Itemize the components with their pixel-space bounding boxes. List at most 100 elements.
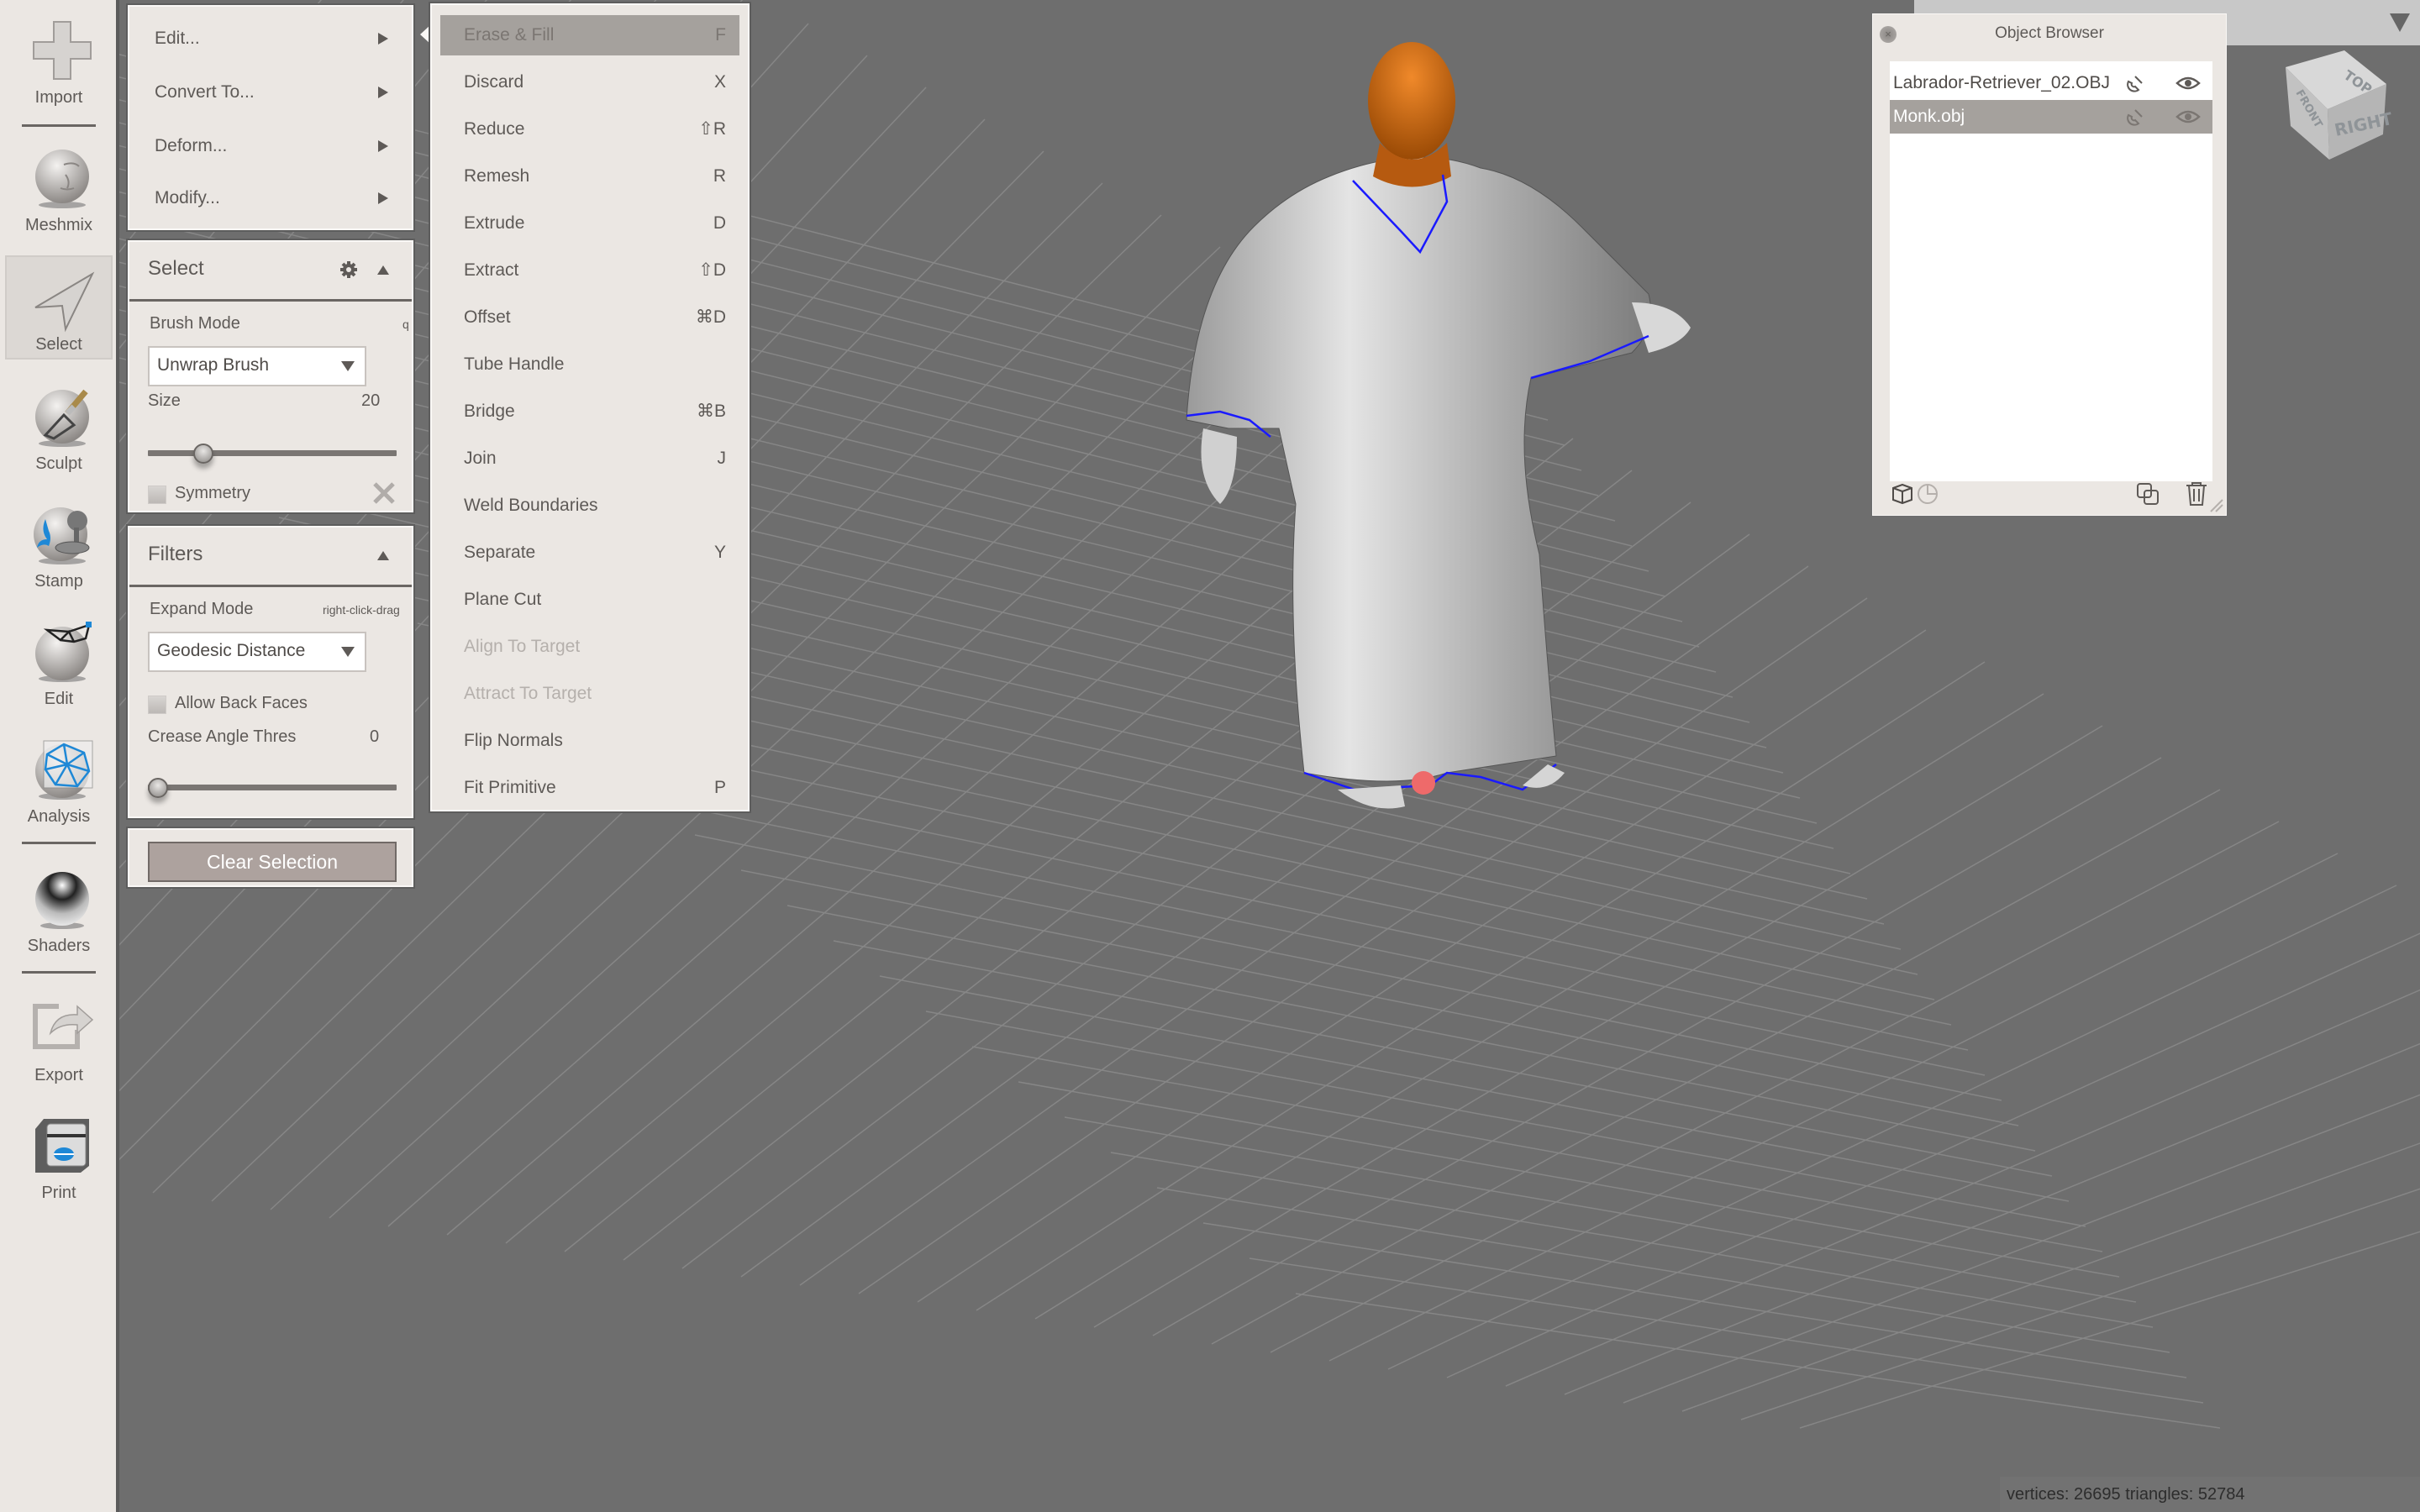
tool-import[interactable]: Import <box>5 7 113 111</box>
grid-line <box>1152 757 2162 1336</box>
tool-print[interactable]: Print <box>5 1102 113 1206</box>
menu-item-modify[interactable]: Modify... <box>155 181 395 215</box>
expand-mode-value: Geodesic Distance <box>157 641 306 660</box>
expand-mode-hint: right-click-drag <box>323 603 400 617</box>
panel-divider <box>129 299 412 302</box>
crease-angle-slider[interactable] <box>148 785 397 790</box>
monk-model[interactable] <box>1178 34 1699 832</box>
submenu-item-label: Extrude <box>464 213 525 233</box>
menu-item-edit[interactable]: Edit... <box>155 22 395 55</box>
gear-icon[interactable] <box>339 260 358 279</box>
mesh-stats-status: vertices: 26695 triangles: 52784 <box>2000 1477 2420 1512</box>
grid-line <box>1110 1152 2154 1328</box>
tool-export[interactable]: Export <box>5 984 113 1089</box>
plus-icon <box>33 21 92 80</box>
symmetry-checkbox[interactable] <box>148 486 166 504</box>
submenu-item-fit-primitive[interactable]: Fit Primitive P <box>440 768 739 808</box>
clear-selection-button[interactable]: Clear Selection <box>148 842 397 882</box>
submenu-item-erase-fill[interactable]: Erase & Fill F <box>440 15 739 55</box>
tool-label: Export <box>34 1066 83 1084</box>
menu-item-deform[interactable]: Deform... <box>155 129 395 163</box>
crease-angle-value: 0 <box>370 727 380 746</box>
tool-sculpt[interactable]: Sculpt <box>5 373 113 477</box>
magnet-icon[interactable] <box>2123 73 2145 95</box>
submenu-item-weld-boundaries[interactable]: Weld Boundaries <box>440 486 739 526</box>
submenu-item-discard[interactable]: Discard X <box>440 62 739 102</box>
submenu-item-separate[interactable]: Separate Y <box>440 533 739 573</box>
size-slider-thumb[interactable] <box>193 444 214 464</box>
submenu-item-join[interactable]: Join J <box>440 438 739 479</box>
panel-divider <box>129 585 412 587</box>
submenu-arrow-icon <box>378 33 388 45</box>
brush-mode-hotkey: q <box>402 318 409 331</box>
tool-label: Print <box>41 1184 76 1202</box>
tool-analysis[interactable]: Analysis <box>5 726 113 830</box>
submenu-item-tube-handle[interactable]: Tube Handle <box>440 344 739 385</box>
menu-item-label: Deform... <box>155 136 228 155</box>
eye-icon[interactable] <box>2175 75 2201 92</box>
panel-title: Select <box>148 257 204 280</box>
object-name: Monk.obj <box>1893 107 1965 126</box>
tool-edit[interactable]: Edit <box>5 608 113 712</box>
tool-label: Meshmix <box>24 216 92 234</box>
submenu-item-extract[interactable]: Extract ⇧D <box>440 250 739 291</box>
submenu-item-shortcut: X <box>713 72 726 92</box>
submenu-item-shortcut: ⇧R <box>698 119 726 139</box>
collapse-select-panel-button[interactable] <box>377 265 389 275</box>
submenu-item-label: Remesh <box>464 166 530 186</box>
menu-item-label: Modify... <box>155 188 220 207</box>
submenu-item-label: Join <box>464 449 497 468</box>
collapse-filters-panel-button[interactable] <box>377 551 389 560</box>
submenu-item-bridge[interactable]: Bridge ⌘B <box>440 391 739 432</box>
wrench-icon[interactable] <box>371 480 397 506</box>
crease-angle-slider-thumb[interactable] <box>148 778 168 798</box>
submenu-item-flip-normals[interactable]: Flip Normals <box>440 721 739 761</box>
tool-shaders[interactable]: Shaders <box>5 855 113 959</box>
menu-item-convert-to[interactable]: Convert To... <box>155 76 395 109</box>
magnet-icon[interactable] <box>2123 107 2145 129</box>
size-slider[interactable] <box>148 450 397 456</box>
cube-icon[interactable] <box>1890 481 1915 507</box>
brush-mode-dropdown[interactable]: Unwrap Brush <box>148 346 366 386</box>
submenu-item-label: Align To Target <box>464 637 581 656</box>
eye-icon[interactable] <box>2175 108 2201 125</box>
grid-line <box>1211 789 2221 1345</box>
tool-stamp[interactable]: Stamp <box>5 491 113 595</box>
grid-line <box>1387 885 2397 1370</box>
submenu-pointer <box>420 25 430 44</box>
submenu-item-extrude[interactable]: Extrude D <box>440 203 739 244</box>
object-row-selected[interactable]: Monk.obj <box>1890 100 2212 134</box>
expand-mode-dropdown[interactable]: Geodesic Distance <box>148 632 366 672</box>
toolbar-divider <box>22 124 96 127</box>
grid-line <box>1202 1222 2187 1378</box>
tool-label: Analysis <box>27 807 91 826</box>
dropdown-arrow-icon <box>341 647 355 657</box>
grid-line <box>1270 821 2280 1353</box>
allow-back-faces-checkbox[interactable] <box>148 696 166 714</box>
grid-line <box>971 1046 2103 1252</box>
duplicate-icon[interactable] <box>2135 481 2160 507</box>
tool-select[interactable]: Select <box>5 255 113 360</box>
submenu-item-reduce[interactable]: Reduce ⇧R <box>440 109 739 150</box>
view-cube[interactable]: TOP FRONT RIGHT <box>2269 25 2395 168</box>
analysis-mesh-icon <box>35 740 93 800</box>
object-row[interactable]: Labrador-Retriever_02.OBJ <box>1890 66 2212 100</box>
submenu-item-label: Flip Normals <box>464 731 563 750</box>
submenu-item-shortcut: D <box>713 213 726 233</box>
grid-line <box>1156 1187 2170 1353</box>
submenu-item-offset[interactable]: Offset ⌘D <box>440 297 739 338</box>
tool-meshmix[interactable]: Meshmix <box>5 134 113 239</box>
resize-handle-icon[interactable] <box>2207 496 2224 513</box>
grid-line <box>1564 1042 2420 1395</box>
grid-line <box>1064 1116 2137 1303</box>
trash-icon[interactable] <box>2184 481 2209 507</box>
shaders-sphere-icon <box>35 872 89 929</box>
submenu-item-plane-cut[interactable]: Plane Cut <box>440 580 739 620</box>
edit-mesh-icon <box>35 622 92 682</box>
pivot-icon[interactable] <box>1915 481 1940 507</box>
submenu-item-label: Bridge <box>464 402 515 421</box>
stamp-icon <box>34 507 90 564</box>
submenu-item-remesh[interactable]: Remesh R <box>440 156 739 197</box>
tool-label: Edit <box>44 690 74 708</box>
actions-menu-panel: Edit... Convert To... Deform... Modify..… <box>128 5 413 230</box>
